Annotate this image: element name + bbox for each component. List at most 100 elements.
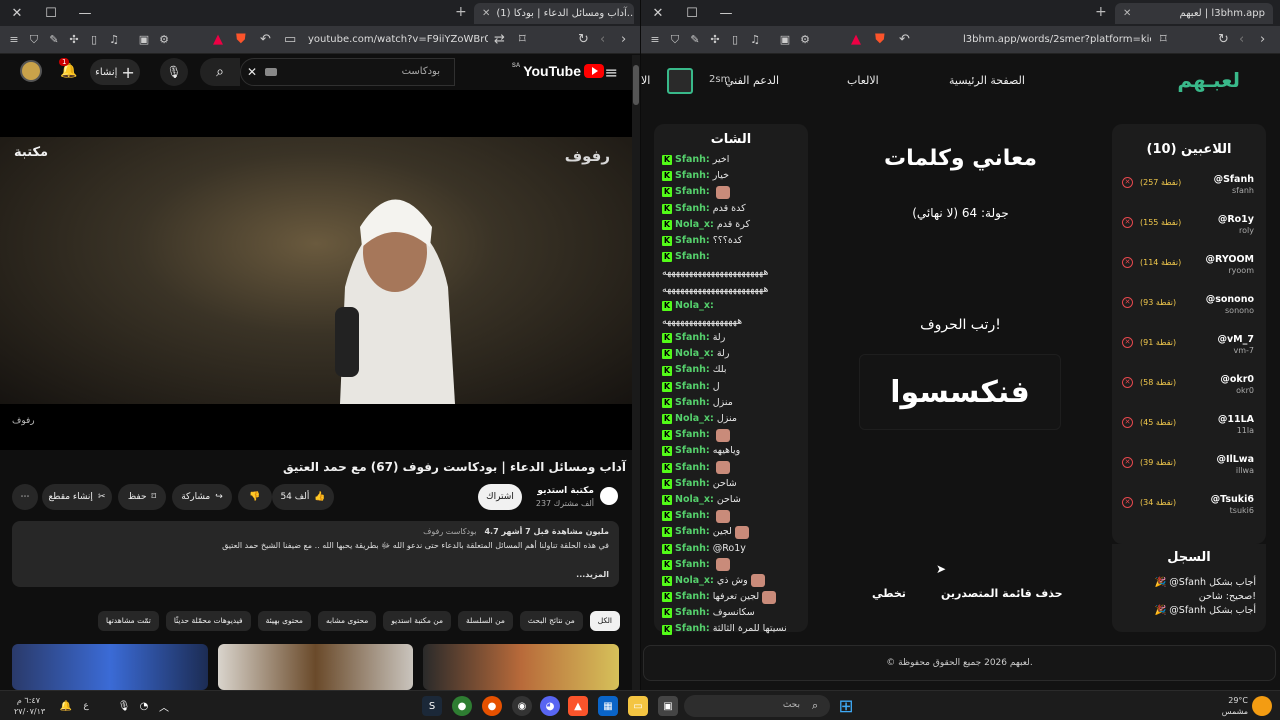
remove-player-icon[interactable]: ✕: [1122, 337, 1133, 348]
chat-username[interactable]: Sfanh:: [675, 427, 710, 443]
chat-messages[interactable]: K Sfanh: اخير K Sfanh: خيار K Sfanh: K Sfanh: كدة …: [662, 152, 807, 638]
remove-player-icon[interactable]: ✕: [1122, 497, 1133, 508]
nav-more-link[interactable]: الا: [641, 74, 650, 87]
brave-shield-icon[interactable]: ⛊: [875, 32, 885, 47]
extensions-icon[interactable]: ⚙: [795, 33, 815, 46]
chip-filter[interactable]: محتوى بهيئة: [257, 611, 311, 631]
screenshot-icon[interactable]: ▣: [134, 33, 154, 46]
chip-filter[interactable]: من مكتبة استديو: [383, 611, 452, 631]
chat-username[interactable]: Nola_x:: [675, 492, 714, 508]
chip-filter[interactable]: من السلسلة: [458, 611, 513, 631]
menu-icon[interactable]: ≡: [4, 33, 24, 46]
voice-search-icon[interactable]: 🎙: [160, 58, 188, 86]
steam-icon[interactable]: S: [422, 696, 442, 716]
screenshot-icon[interactable]: ▣: [775, 33, 795, 46]
channel-name[interactable]: مكتبة استديو: [537, 486, 594, 496]
brave-rewards-icon[interactable]: ▲: [851, 32, 861, 47]
remove-player-icon[interactable]: ✕: [1122, 377, 1133, 388]
remove-player-icon[interactable]: ✕: [1122, 457, 1133, 468]
reload-back-icon[interactable]: ↶: [899, 32, 910, 47]
task-view-icon[interactable]: ▣: [658, 696, 678, 716]
search-button-icon[interactable]: ⌕: [200, 58, 240, 86]
brave-shield-icon[interactable]: ⛊: [236, 32, 246, 47]
remove-player-icon[interactable]: ✕: [1122, 417, 1133, 428]
close-tab-icon[interactable]: ✕: [1123, 8, 1131, 19]
like-button[interactable]: 54 ألف 👍: [272, 484, 334, 510]
nav-support-link[interactable]: الدعم الفني: [725, 74, 779, 87]
skip-button[interactable]: تخطي: [872, 587, 906, 600]
video-description[interactable]: بودكاست رفوف 4.7 مليون مشاهدة قبل 7 أشهر…: [12, 521, 619, 587]
thumbnail[interactable]: [12, 644, 208, 690]
chip-filter[interactable]: من نتائج البحث: [519, 611, 583, 631]
puzzle-icon[interactable]: ✣: [64, 33, 84, 46]
remove-player-icon[interactable]: ✕: [1122, 177, 1133, 188]
sidebar-icon[interactable]: ▯: [725, 33, 745, 46]
brave-rewards-icon[interactable]: ▲: [213, 32, 223, 47]
chat-username[interactable]: Sfanh:: [675, 508, 710, 524]
clip-button[interactable]: إنشاء مقطع ✂: [42, 484, 112, 510]
youtube-logo[interactable]: SA YouTube: [512, 63, 604, 79]
menu-icon[interactable]: ≡: [645, 33, 665, 46]
avatar[interactable]: [20, 60, 42, 82]
more-actions-icon[interactable]: ⋯: [12, 484, 38, 510]
bookmark-icon[interactable]: ⌑: [519, 32, 526, 47]
remove-player-icon[interactable]: ✕: [1122, 297, 1133, 308]
chat-username[interactable]: Sfanh:: [675, 379, 710, 395]
pen-icon[interactable]: ✎: [44, 33, 64, 46]
chat-username[interactable]: Sfanh:: [675, 589, 710, 605]
subscribe-button[interactable]: اشتراك: [478, 484, 522, 510]
clear-search-icon[interactable]: ✕: [247, 65, 257, 79]
chat-username[interactable]: Sfanh:: [675, 605, 710, 621]
reload-icon[interactable]: ↻: [1218, 32, 1229, 47]
brave-icon[interactable]: ▲: [568, 696, 588, 716]
extensions-icon[interactable]: ⚙: [154, 33, 174, 46]
chat-username[interactable]: Sfanh:: [675, 621, 710, 637]
chat-username[interactable]: Nola_x:: [675, 573, 714, 589]
reload-back-icon[interactable]: ↶: [260, 32, 271, 47]
shield-icon[interactable]: ⛉: [665, 33, 685, 47]
nav-games-link[interactable]: الالعاب: [847, 74, 879, 87]
clear-leaderboard-button[interactable]: حذف قائمة المتصدرين: [941, 587, 1063, 600]
description-tag[interactable]: بودكاست رفوف: [423, 527, 476, 536]
chip-filter[interactable]: فيديوهات محمّلة حديثًا: [165, 611, 251, 631]
keyboard-icon[interactable]: [265, 68, 277, 76]
store-icon[interactable]: ▦: [598, 696, 618, 716]
address-bar[interactable]: l3bhm.app/words/2smer?platform=kick: [963, 34, 1151, 45]
notifications-icon[interactable]: 🔔: [56, 696, 76, 716]
back-icon[interactable]: ‹: [1239, 32, 1244, 47]
description-more-link[interactable]: ...المزيد: [576, 570, 609, 579]
weather-widget[interactable]: 29°C مشمس: [1212, 695, 1248, 717]
maximize-window-icon[interactable]: ☐: [675, 0, 709, 26]
close-window-icon[interactable]: ✕: [0, 0, 34, 26]
chat-username[interactable]: Nola_x:: [675, 411, 714, 427]
music-icon[interactable]: ♫: [745, 33, 765, 46]
channel-avatar[interactable]: [600, 487, 618, 505]
chat-username[interactable]: Nola_x:: [675, 298, 714, 314]
puzzle-icon[interactable]: ✣: [705, 33, 725, 46]
close-window-icon[interactable]: ✕: [641, 0, 675, 26]
taskbar-search-input[interactable]: بحث: [684, 695, 830, 717]
video-player[interactable]: رفوف مكتبة رفوف: [0, 90, 632, 450]
tab-l3bhm[interactable]: ✕ لعبهم | l3bhm.app: [1115, 3, 1273, 24]
chat-username[interactable]: Sfanh:: [675, 476, 710, 492]
site-info-icon[interactable]: ▭: [284, 32, 296, 47]
nav-home-link[interactable]: الصفحة الرئيسية: [949, 74, 1025, 87]
chip-filter[interactable]: الكل: [589, 611, 620, 631]
new-tab-icon[interactable]: +: [455, 4, 467, 20]
save-button[interactable]: حفظ ⌑: [118, 484, 166, 510]
chat-username[interactable]: Sfanh:: [675, 184, 710, 200]
user-avatar[interactable]: [667, 68, 693, 94]
clock[interactable]: ٦:٤٧ م ٢٧/٠٧/١٣: [14, 695, 45, 717]
close-tab-icon[interactable]: ✕: [482, 8, 490, 19]
scrollbar[interactable]: [632, 55, 640, 690]
maximize-window-icon[interactable]: ☐: [34, 0, 68, 26]
shield-icon[interactable]: ⛉: [24, 33, 44, 47]
chat-username[interactable]: Sfanh:: [675, 249, 710, 265]
tab-youtube[interactable]: ✕ (1) آداب ومسائل الدعاء | بودكا...: [474, 3, 634, 24]
site-logo[interactable]: لعبـهم: [1177, 68, 1240, 92]
sidebar-icon[interactable]: ▯: [84, 33, 104, 46]
thumbnail[interactable]: [423, 644, 620, 690]
chrome-icon[interactable]: ●: [452, 696, 472, 716]
discord-icon[interactable]: ◕: [540, 696, 560, 716]
share-button[interactable]: مشاركة ↪: [172, 484, 232, 510]
